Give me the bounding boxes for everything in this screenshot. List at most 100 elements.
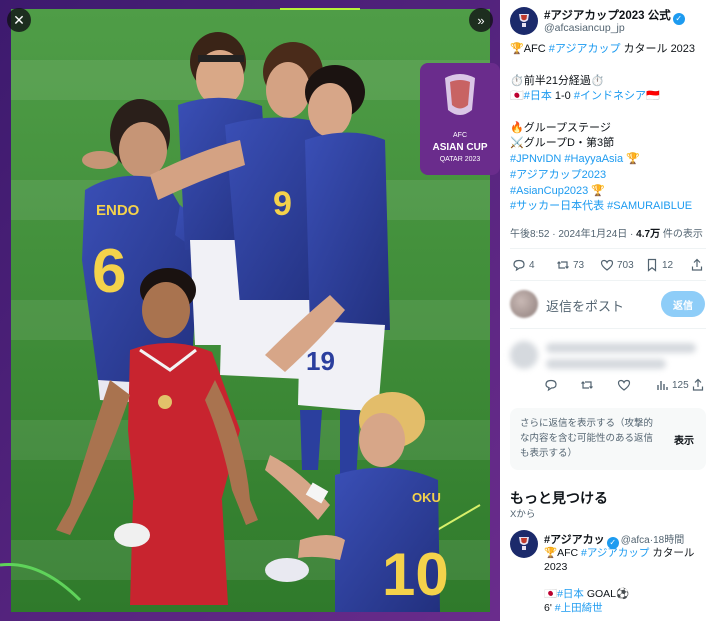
related-minute: 6' — [544, 602, 555, 614]
related-goal-text: GOAL⚽ — [583, 588, 630, 600]
like-action-2[interactable] — [617, 378, 631, 392]
related-line-1: 🏆AFC #アジアカップ カタール — [544, 546, 694, 560]
expand-panel-button[interactable]: » — [469, 8, 493, 32]
author-name-text: #アジアカップ2023 公式 — [544, 10, 671, 22]
match-photo: ENDO 6 9 19 OKU 10 AFC ASIAN CUP QATAR 2… — [0, 0, 500, 621]
verified-badge-icon: ✓ — [672, 13, 685, 25]
post-meta: 午後8:52 · 2024年1月24日 · 4.7万 件の表示 — [510, 225, 703, 240]
more-replies-text: さらに返信を表示する（攻撃的な内容を含む可能性のある返信も表示する） — [520, 418, 654, 459]
trophy-emoji: 🏆 — [623, 153, 640, 165]
like-count: 703 — [617, 259, 634, 271]
hashtag-asiancup2023-jp[interactable]: #アジアカップ2023 — [510, 168, 606, 183]
related-line-3: 🇯🇵#日本 GOAL⚽ — [544, 587, 629, 601]
post-text-line-4: 🔥グループステージ — [510, 122, 611, 134]
post-text-line-1: 🏆AFC #アジアカップ カタール 2023 — [510, 42, 695, 57]
views-action-2[interactable]: 125 — [655, 378, 689, 392]
divider — [510, 248, 706, 249]
trophy-logo-icon — [519, 537, 529, 550]
post-text-line-8: #AsianCup2023 🏆 — [510, 184, 605, 199]
heart-icon — [600, 259, 614, 271]
related-line1-prefix: 🏆AFC — [544, 547, 581, 559]
asian-cup-badge: AFC ASIAN CUP QATAR 2023 — [420, 63, 500, 175]
view-count-2: 125 — [672, 379, 689, 391]
chevrons-right-icon: » — [477, 12, 485, 28]
current-user-avatar — [510, 290, 538, 318]
reply-action[interactable]: 4 — [512, 258, 535, 272]
share-action-2[interactable] — [691, 378, 705, 392]
discover-more-title: もっと見つける — [510, 490, 608, 506]
trophy-logo-icon — [519, 14, 529, 27]
related-author-name: #アジアカッ — [544, 534, 605, 546]
view-count: 4.7万 — [636, 229, 661, 240]
hashtag-japan[interactable]: #日本 — [524, 90, 552, 102]
author-avatar[interactable] — [510, 7, 538, 35]
close-icon: ✕ — [13, 12, 25, 28]
jersey-number-endo: 6 — [92, 237, 126, 306]
bookmark-action[interactable]: 12 — [645, 258, 673, 272]
heart-icon — [617, 379, 631, 391]
related-author-handle: @afca· — [620, 535, 654, 546]
share-icon — [692, 378, 704, 391]
shorts-number-nineteen: 19 — [306, 346, 335, 376]
post-panel: #アジアカップ2023 公式 ✓ @afcasiancup_jp 🏆AFC #アジ… — [500, 0, 714, 621]
post-text-line-3: 🇯🇵#日本 1-0 #インドネシア🇮🇩 — [510, 89, 660, 104]
share-action[interactable] — [690, 258, 704, 272]
like-action[interactable]: 703 — [600, 258, 634, 272]
related-author-avatar[interactable] — [510, 530, 538, 558]
repost-icon — [557, 261, 569, 269]
more-replies-box: さらに返信を表示する（攻撃的な内容を含む可能性のある返信も表示する） 表示 — [510, 408, 706, 470]
view-label: 件の表示 — [660, 229, 703, 240]
line1-suffix: カタール 2023 — [620, 43, 696, 55]
repost-icon — [581, 381, 593, 389]
line1-prefix: 🏆AFC — [510, 43, 549, 55]
related-flag-japan: 🇯🇵 — [544, 588, 558, 600]
related-line-2: 2023 — [544, 561, 568, 573]
related-post-time: 18時間 — [653, 535, 685, 546]
related-hashtag-asiancup[interactable]: #アジアカップ — [581, 547, 649, 559]
related-line1-suffix: カタール — [649, 547, 695, 559]
jersey-number-ten: 10 — [382, 541, 449, 608]
score: 1-0 — [551, 90, 574, 102]
bar-chart-icon — [657, 381, 668, 390]
related-line-4: 6' #上田綺世 — [544, 601, 603, 615]
divider — [510, 280, 706, 281]
blurred-reply — [508, 335, 708, 375]
reply-count: 4 — [529, 259, 535, 271]
divider — [510, 328, 706, 329]
related-hashtag-ueda[interactable]: #上田綺世 — [555, 602, 603, 614]
reply-action-2[interactable] — [544, 378, 558, 392]
jersey-number-nine: 9 — [273, 185, 292, 223]
related-hashtag-japan[interactable]: #日本 — [557, 588, 584, 600]
bookmark-icon — [647, 258, 657, 272]
author-handle[interactable]: @afcasiancup_jp — [544, 22, 625, 34]
hashtag-indonesia[interactable]: #インドネシア — [574, 90, 646, 102]
share-icon — [691, 258, 703, 271]
flag-japan: 🇯🇵 — [510, 90, 524, 102]
trophy-emoji-2: 🏆 — [588, 185, 606, 197]
jersey-name-ten: OKU — [412, 490, 441, 505]
reply-submit-button[interactable]: 返信 — [661, 291, 705, 317]
post-text-line-6: #JPNvIDN #HayyaAsia 🏆 — [510, 152, 640, 167]
media-viewer: ENDO 6 9 19 OKU 10 AFC ASIAN CUP QATAR 2… — [0, 0, 500, 621]
hashtags-match[interactable]: #JPNvIDN #HayyaAsia — [510, 153, 623, 165]
discover-source: Xから — [510, 509, 536, 520]
repost-action-2[interactable] — [580, 378, 594, 392]
hashtag-asiancup2023[interactable]: #AsianCup2023 — [510, 185, 588, 197]
post-text-line-2: ⏱️前半21分経過⏱️ — [510, 75, 605, 87]
bookmark-count: 12 — [662, 259, 674, 271]
reply-input[interactable]: 返信をポスト — [546, 296, 624, 315]
jersey-name-endo: ENDO — [96, 202, 140, 219]
show-more-replies-button[interactable]: 表示 — [674, 432, 694, 447]
post-timestamp[interactable]: 午後8:52 · 2024年1月24日 · — [510, 229, 636, 240]
repost-count: 73 — [573, 259, 585, 271]
post-text-line-5: ⚔️グループD・第3節 — [510, 137, 615, 149]
close-button[interactable]: ✕ — [7, 8, 31, 32]
hashtag-asiancup[interactable]: #アジアカップ — [549, 43, 621, 55]
reply-icon — [545, 379, 557, 392]
hashtags-team[interactable]: #サッカー日本代表 #SAMURAIBLUE — [510, 199, 692, 214]
flag-indonesia: 🇮🇩 — [645, 90, 660, 102]
repost-action[interactable]: 73 — [556, 258, 584, 272]
badge-line-3: QATAR 2023 — [440, 156, 481, 163]
badge-line-2: ASIAN CUP — [432, 142, 487, 153]
reply-icon — [513, 259, 525, 272]
